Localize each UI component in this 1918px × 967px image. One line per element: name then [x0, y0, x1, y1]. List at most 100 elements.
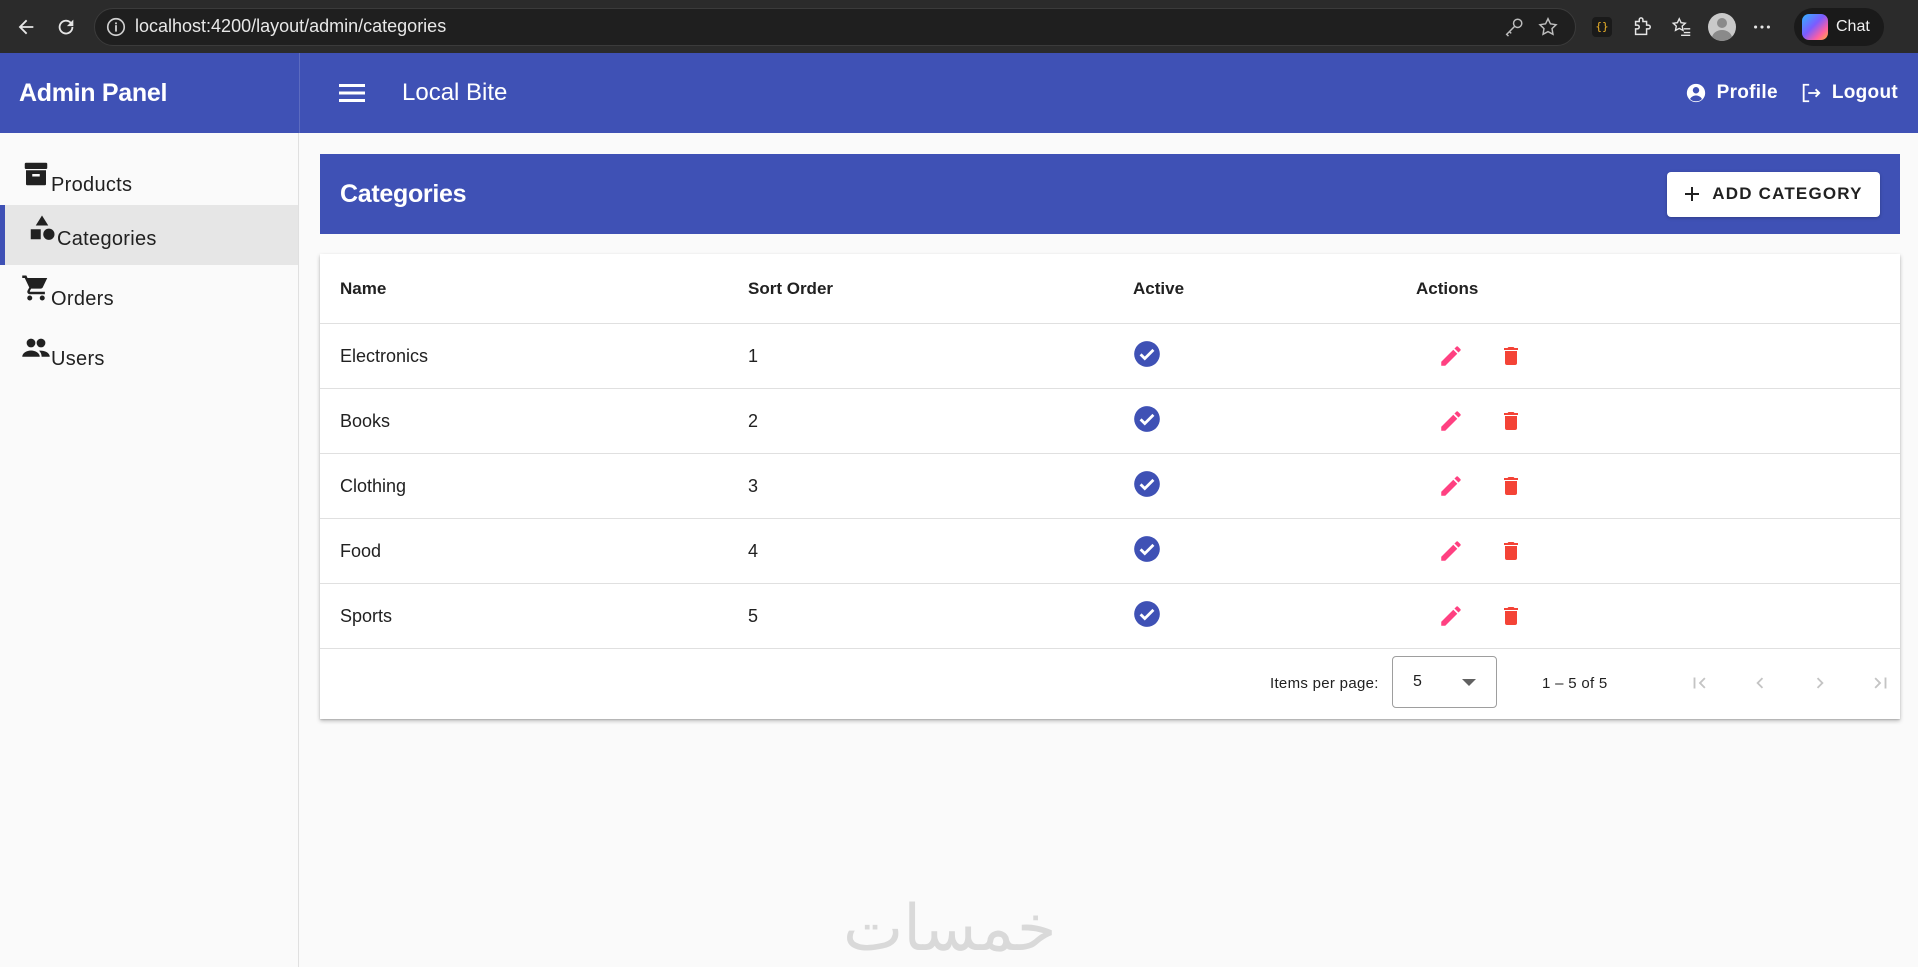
logout-icon [1802, 83, 1821, 103]
back-button[interactable] [6, 7, 46, 47]
trash-icon [1504, 347, 1518, 365]
delete-button[interactable] [1492, 597, 1530, 635]
category-name: Sports [340, 605, 393, 626]
account-circle-icon [1686, 83, 1705, 103]
edit-button[interactable] [1432, 337, 1470, 375]
column-header-name[interactable]: Name [340, 279, 386, 299]
edit-button[interactable] [1432, 532, 1470, 570]
column-header-sort-order[interactable]: Sort Order [748, 279, 833, 299]
category-sort-order: 5 [748, 605, 759, 626]
check-circle-icon [1134, 601, 1160, 627]
arrow-left-icon [18, 19, 34, 34]
table-row: Books 2 [320, 389, 1900, 454]
app-title: Local Bite [402, 79, 508, 106]
items-per-page-label: Items per page: [1270, 674, 1379, 692]
profile-button[interactable]: Profile [1685, 82, 1778, 104]
table-header-row: Name Sort Order Active Actions [320, 254, 1900, 324]
previous-page-button[interactable] [1740, 663, 1780, 703]
sidebar-item-users[interactable]: Users [0, 325, 298, 385]
table-row: Food 4 [320, 519, 1900, 584]
url-text: localhost:4200/layout/admin/categories [135, 16, 447, 36]
items-per-page-value: 5 [1413, 673, 1422, 690]
last-page-icon [1874, 677, 1887, 689]
check-circle-icon [1134, 536, 1160, 562]
add-category-label: ADD CATEGORY [1712, 184, 1863, 203]
pencil-icon [1441, 476, 1461, 496]
trash-icon [1504, 477, 1518, 495]
profile-avatar-button[interactable] [1702, 7, 1742, 47]
category-sort-order: 3 [748, 475, 759, 496]
more-menu-button[interactable] [1742, 7, 1782, 47]
category-name: Clothing [340, 475, 407, 496]
last-page-button[interactable] [1860, 663, 1900, 703]
delete-button[interactable] [1492, 467, 1530, 505]
shopping-cart-icon [22, 275, 48, 301]
logout-button[interactable]: Logout [1800, 82, 1898, 104]
extensions-button[interactable] [1622, 7, 1662, 47]
check-circle-icon [1134, 406, 1160, 432]
favorites-button[interactable] [1662, 7, 1702, 47]
watermark-logo: خمسات [843, 892, 1057, 966]
category-shapes-icon [30, 215, 55, 240]
profile-label: Profile [1716, 82, 1778, 103]
sidebar-item-orders[interactable]: Orders [0, 265, 298, 325]
trash-icon [1504, 542, 1518, 560]
sidebar-item-label: Products [51, 173, 133, 196]
trash-icon [1504, 607, 1518, 625]
delete-button[interactable] [1492, 402, 1530, 440]
table-row: Electronics 1 [320, 324, 1900, 389]
reload-icon [58, 19, 74, 34]
people-icon [22, 338, 50, 357]
table-row: Clothing 3 [320, 454, 1900, 519]
edit-button[interactable] [1432, 402, 1470, 440]
avatar [1708, 12, 1736, 41]
delete-button[interactable] [1492, 337, 1530, 375]
key-button[interactable] [1497, 10, 1531, 44]
first-page-button[interactable] [1680, 663, 1720, 703]
ellipsis-icon [1754, 24, 1770, 29]
top-app-bar: Local Bite Profile Logout [299, 53, 1918, 133]
plus-icon [1685, 187, 1700, 201]
favorites-list-icon [1671, 16, 1691, 36]
address-bar[interactable]: localhost:4200/layout/admin/categories [94, 7, 1576, 46]
page-header: Categories ADD CATEGORY [320, 154, 1900, 234]
chevron-right-icon [1816, 677, 1824, 689]
first-page-icon [1693, 677, 1706, 689]
logout-label: Logout [1831, 82, 1898, 103]
reload-button[interactable] [46, 7, 86, 47]
delete-button[interactable] [1492, 532, 1530, 570]
column-header-actions: Actions [1416, 278, 1479, 298]
hamburger-menu-icon [339, 84, 365, 102]
key-icon [1505, 17, 1523, 37]
copilot-chat-button[interactable]: Chat [1794, 7, 1884, 46]
chevron-left-icon [1756, 677, 1764, 689]
items-per-page-select[interactable]: 5 [1392, 656, 1497, 708]
menu-toggle-button[interactable] [337, 78, 367, 108]
chevron-down-icon [1462, 679, 1476, 686]
sidebar-item-categories[interactable]: Categories [0, 205, 298, 265]
puzzle-icon [1634, 16, 1651, 35]
page-range-label: 1 – 5 of 5 [1542, 674, 1608, 692]
chat-label: Chat [1836, 17, 1870, 35]
add-category-button[interactable]: ADD CATEGORY [1667, 171, 1880, 217]
column-header-active[interactable]: Active [1133, 279, 1184, 299]
info-icon [106, 17, 126, 36]
star-icon [1538, 16, 1558, 36]
trash-icon [1504, 412, 1518, 430]
edit-button[interactable] [1432, 467, 1470, 505]
next-page-button[interactable] [1800, 663, 1840, 703]
categories-table: Name Sort Order Active Actions Electroni… [320, 254, 1900, 719]
sidebar-item-products[interactable]: Products [0, 151, 298, 211]
pencil-icon [1441, 346, 1461, 366]
category-sort-order: 4 [748, 540, 759, 561]
braces-icon: {} [1592, 16, 1612, 37]
sidebar: Products Categories Orders Users [0, 133, 299, 967]
pencil-icon [1441, 606, 1461, 626]
json-extension-button[interactable]: {} [1582, 7, 1622, 47]
check-circle-icon [1134, 471, 1160, 497]
pencil-icon [1441, 541, 1461, 561]
edit-button[interactable] [1432, 597, 1470, 635]
favorite-star-button[interactable] [1531, 10, 1565, 44]
pencil-icon [1441, 411, 1461, 431]
archive-box-icon [24, 162, 48, 186]
